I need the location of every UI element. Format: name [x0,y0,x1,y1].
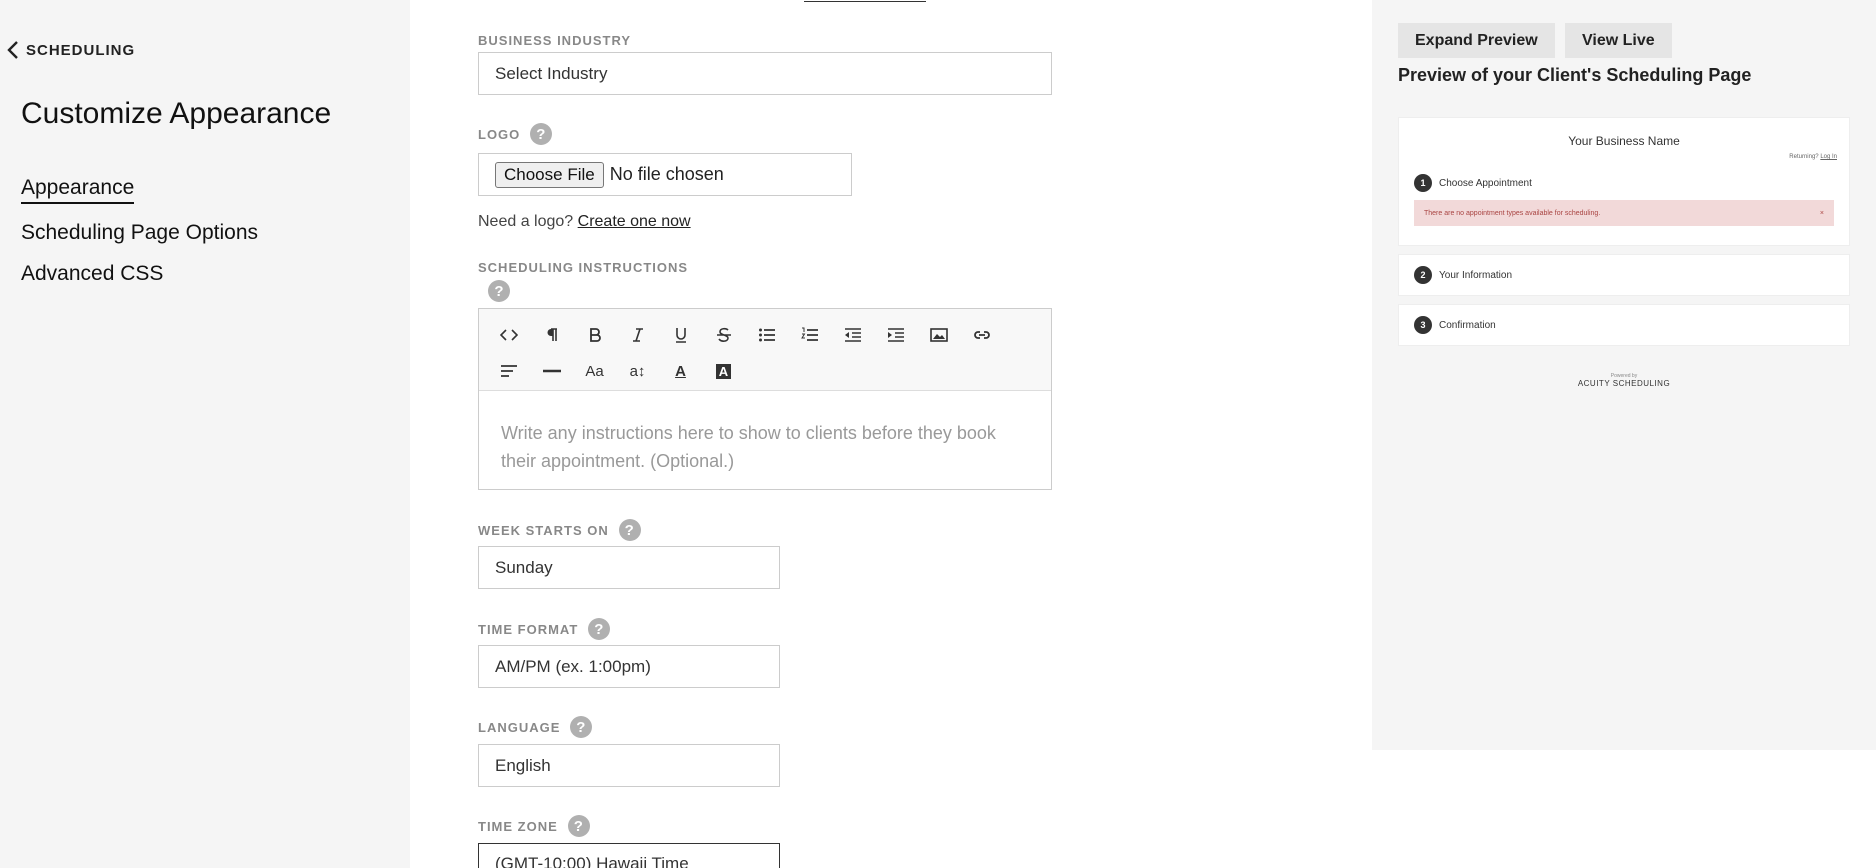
image-icon[interactable] [917,317,960,353]
sidebar-item-advanced-css[interactable]: Advanced CSS [21,262,163,286]
text-color-icon[interactable]: A [659,353,702,389]
time-format-label: TIME FORMAT ? [478,618,611,640]
indent-icon[interactable] [874,317,917,353]
week-starts-on-value: Sunday [495,557,553,577]
scheduling-instructions-label: SCHEDULING INSTRUCTIONS [478,260,689,275]
preview-step: 3 Confirmation [1399,316,1496,334]
acuity-brand: ACUITY SCHEDULING [1577,379,1671,388]
help-icon[interactable]: ? [570,716,593,738]
sidebar-item-appearance[interactable]: Appearance [21,176,135,204]
language-value: English [495,755,551,775]
preview-step: 1 Choose Appointment [1399,174,1849,192]
strikethrough-icon[interactable] [702,317,745,353]
preview-confirmation-card: 3 Confirmation [1398,304,1850,346]
appearance-form: BUSINESS INDUSTRY Select Industry LOGO ?… [478,0,1378,868]
outdent-icon[interactable] [831,317,874,353]
file-status: No file chosen [609,164,724,184]
preview-choose-appointment-card: Your Business Name Returning? Log In 1 C… [1398,117,1850,246]
week-starts-on-select[interactable]: Sunday [478,546,780,589]
step-number: 3 [1414,316,1432,334]
week-starts-on-label: WEEK STARTS ON ? [478,519,641,541]
bold-icon[interactable] [573,317,616,353]
italic-icon[interactable] [616,317,659,353]
preview-business-name: Your Business Name [1568,134,1680,148]
logo-hint: Need a logo? Create one now [478,213,691,230]
language-select[interactable]: English [478,744,780,787]
time-zone-select[interactable]: (GMT-10:00) Hawaii Time [478,843,780,868]
chevron-left-icon [7,41,18,59]
preview-alert: There are no appointment types available… [1414,200,1834,226]
help-icon[interactable]: ? [567,815,590,837]
numbered-list-icon[interactable] [788,317,831,353]
create-logo-link[interactable]: Create one now [578,213,691,230]
preview-login-link[interactable]: Log In [1820,154,1837,160]
business-industry-value: Select Industry [495,63,608,83]
paragraph-icon[interactable] [530,317,573,353]
horizontal-rule-icon[interactable] [530,353,573,389]
business-industry-label: BUSINESS INDUSTRY [478,33,632,48]
cut-off-link-underline [804,0,926,2]
preview-powered-by: Powered by ACUITY SCHEDULING [1398,373,1850,388]
align-icon[interactable] [487,353,530,389]
instructions-textarea[interactable]: Write any instructions here to show to c… [479,391,1051,503]
time-zone-value: (GMT-10:00) Hawaii Time [495,854,689,868]
choose-file-button[interactable]: Choose File [495,161,604,188]
time-zone-label: TIME ZONE ? [478,815,590,837]
business-industry-select[interactable]: Select Industry [478,52,1052,95]
html-code-icon[interactable] [487,317,530,353]
help-icon[interactable]: ? [530,123,553,145]
preview-title: Preview of your Client's Scheduling Page [1398,65,1752,85]
font-size-icon[interactable]: a↕ [616,353,659,389]
editor-toolbar: Aa a↕ A A [479,309,1051,391]
time-format-value: AM/PM (ex. 1:00pm) [495,656,651,676]
background-color-icon[interactable]: A [702,353,745,389]
back-label: SCHEDULING [26,41,136,59]
step-number: 2 [1414,266,1432,284]
instructions-editor: Aa a↕ A A Write any instructions here to… [478,308,1052,490]
logo-label: LOGO ? [478,123,553,145]
bulleted-list-icon[interactable] [745,317,788,353]
logo-file-input: Choose File No file chosen [478,153,852,196]
font-family-icon[interactable]: Aa [573,353,616,389]
preview-returning: Returning? Log In [1789,154,1837,160]
link-icon[interactable] [960,317,1003,353]
expand-preview-button[interactable]: Expand Preview [1398,23,1555,58]
help-icon[interactable]: ? [488,280,510,302]
help-icon[interactable]: ? [618,519,641,541]
step-number: 1 [1414,174,1432,192]
page-title: Customize Appearance [21,97,332,130]
view-live-button[interactable]: View Live [1565,23,1672,58]
preview-your-information-card: 2 Your Information [1398,254,1850,296]
preview-panel: Expand Preview View Live Preview of your… [1372,0,1876,750]
preview-step: 2 Your Information [1399,266,1512,284]
time-format-select[interactable]: AM/PM (ex. 1:00pm) [478,645,780,688]
sidebar-item-scheduling-page-options[interactable]: Scheduling Page Options [21,221,258,245]
sidebar-nav: Appearance Scheduling Page Options Advan… [21,176,258,303]
language-label: LANGUAGE ? [478,716,593,738]
back-to-scheduling-link[interactable]: SCHEDULING [6,40,135,60]
sidebar: SCHEDULING Customize Appearance Appearan… [0,0,410,868]
close-icon[interactable]: × [1820,210,1824,217]
help-icon[interactable]: ? [588,618,611,640]
underline-icon[interactable] [659,317,702,353]
